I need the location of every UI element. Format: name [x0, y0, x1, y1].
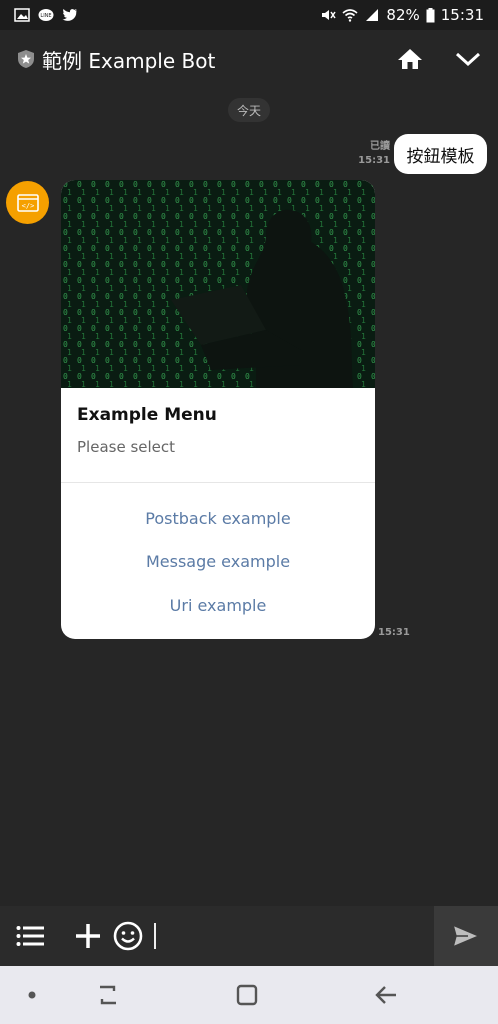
signal-icon — [366, 9, 379, 21]
send-icon — [452, 924, 480, 948]
back-arrow-icon — [375, 986, 396, 1004]
bot-avatar[interactable]: </> — [6, 181, 49, 224]
menu-button[interactable] — [10, 916, 50, 956]
recent-apps-icon — [100, 985, 116, 1005]
back-nav-button[interactable] — [371, 980, 401, 1010]
card-subtitle: Please select — [77, 438, 176, 456]
wifi-icon — [342, 9, 358, 22]
twitter-icon — [62, 9, 77, 21]
message-input-bar — [0, 906, 498, 966]
card-message-time: 15:31 — [378, 627, 410, 638]
svg-text:</>: </> — [21, 202, 34, 210]
home-button[interactable] — [396, 45, 424, 73]
mute-icon — [322, 10, 337, 20]
plus-icon — [76, 924, 100, 948]
send-button[interactable] — [434, 906, 498, 966]
postback-action-button[interactable]: Postback example — [61, 500, 375, 536]
home-nav-button[interactable] — [232, 980, 262, 1010]
battery-icon — [426, 7, 435, 22]
collapse-button[interactable] — [454, 45, 482, 73]
card-hero-image: 0 1 — [61, 180, 375, 388]
svg-text:LINE: LINE — [40, 13, 51, 19]
status-bar: LINE 82% 15:31 — [0, 0, 498, 30]
system-navigation-bar — [0, 966, 498, 1024]
official-account-badge-icon — [18, 50, 34, 68]
status-time: 15:31 — [440, 6, 484, 24]
line-app-icon: LINE — [38, 9, 54, 21]
card-divider — [61, 482, 375, 483]
card-title: Example Menu — [77, 405, 217, 425]
message-input[interactable] — [154, 923, 434, 949]
chevron-down-icon — [455, 52, 481, 67]
home-icon — [398, 49, 422, 69]
outgoing-message-bubble[interactable]: 按鈕模板 — [394, 134, 487, 174]
message-meta: 已讀 15:31 — [354, 140, 390, 168]
smiley-icon — [113, 921, 143, 951]
status-notifications: LINE — [14, 8, 78, 22]
message-action-button[interactable]: Message example — [61, 543, 375, 579]
nav-dot-button[interactable] — [17, 980, 47, 1010]
date-separator: 今天 — [228, 98, 270, 122]
uri-action-button[interactable]: Uri example — [61, 587, 375, 623]
button-template-card: 0 1 Example Menu Please select Postback … — [61, 180, 375, 639]
chat-title: 範例 Example Bot — [42, 48, 216, 73]
chat-header: 範例 Example Bot — [0, 30, 498, 88]
dot-icon — [28, 991, 36, 999]
emoji-button[interactable] — [108, 916, 148, 956]
read-receipt: 已讀 — [370, 141, 390, 152]
add-attachment-button[interactable] — [68, 916, 108, 956]
status-system: 82% 15:31 — [320, 6, 484, 24]
recent-apps-button[interactable] — [93, 980, 123, 1010]
battery-percent: 82% — [386, 6, 420, 24]
gallery-icon — [14, 8, 30, 22]
home-square-icon — [236, 984, 258, 1006]
code-window-icon: </> — [16, 193, 39, 212]
list-menu-icon — [16, 926, 44, 946]
message-time: 15:31 — [358, 155, 390, 166]
